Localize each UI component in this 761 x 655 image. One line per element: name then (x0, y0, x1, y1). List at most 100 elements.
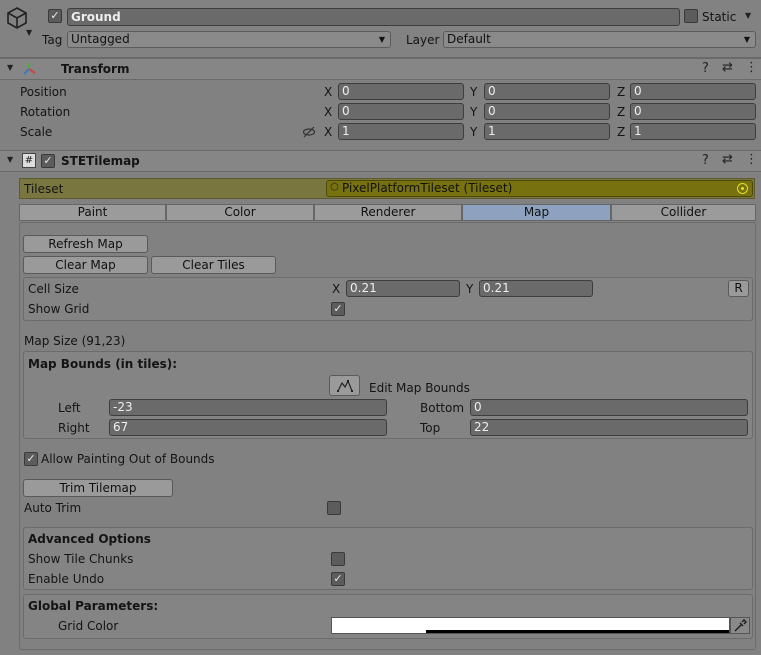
enable-undo-label: Enable Undo (28, 572, 105, 586)
layer-label: Layer (406, 33, 440, 47)
position-z-input[interactable]: 0 (630, 83, 756, 100)
bounds-top-input[interactable]: 22 (470, 419, 748, 436)
active-checkbox[interactable]: ✓ (48, 9, 62, 23)
right-label: Right (58, 421, 90, 435)
clear-map-button[interactable]: Clear Map (23, 256, 148, 274)
static-dropdown-icon[interactable]: ▼ (745, 11, 751, 20)
bounds-bottom-input[interactable]: 0 (470, 399, 748, 416)
static-label: Static (702, 10, 737, 24)
scale-x-label: X (324, 125, 333, 139)
edit-map-bounds-button[interactable] (329, 375, 360, 396)
position-x-label: X (324, 85, 333, 99)
left-label: Left (58, 401, 81, 415)
edit-map-bounds-label: Edit Map Bounds (369, 381, 470, 395)
tileset-object-field[interactable]: ⬡ PixelPlatformTileset (Tileset) (326, 180, 753, 197)
position-x-input[interactable]: 0 (338, 83, 464, 100)
bounds-left-input[interactable]: -23 (109, 399, 387, 416)
rotation-x-input[interactable]: 0 (338, 103, 464, 120)
transform-title: Transform (61, 62, 130, 76)
stetilemap-header[interactable]: ▼ # ✓ STETilemap ? ⇄ ⋮ (0, 150, 761, 172)
refresh-map-button[interactable]: Refresh Map (23, 235, 148, 253)
tileset-asset-icon: ⬡ (330, 182, 339, 193)
cell-size-x-input[interactable]: 0.21 (346, 280, 460, 297)
grid-color-label: Grid Color (58, 619, 119, 633)
show-tile-chunks-checkbox[interactable] (331, 552, 345, 566)
reset-cell-size-button[interactable]: R (728, 280, 749, 297)
transform-header[interactable]: ▼ Transform ? ⇄ ⋮ (0, 58, 761, 80)
show-grid-checkbox[interactable]: ✓ (331, 302, 345, 316)
tab-paint[interactable]: Paint (19, 204, 166, 221)
chevron-down-icon: ▼ (743, 35, 750, 44)
bottom-label: Bottom (420, 401, 465, 415)
position-label: Position (20, 85, 67, 99)
grid-color-field[interactable] (331, 617, 730, 634)
more-options-icon[interactable]: ⋮ (745, 60, 758, 75)
transform-axes-icon (21, 61, 37, 80)
top-label: Top (420, 421, 441, 435)
object-picker-icon[interactable] (737, 183, 748, 194)
gameobject-cube-icon[interactable] (6, 6, 28, 33)
enable-undo-checkbox[interactable]: ✓ (331, 572, 345, 586)
rotation-label: Rotation (20, 105, 71, 119)
advanced-options-title: Advanced Options (28, 532, 151, 546)
map-size-text: Map Size (91,23) (24, 334, 126, 348)
gameobject-header: ▼ ✓ Ground Static ▼ Tag Untagged ▼ Layer… (0, 0, 761, 58)
bounds-right-input[interactable]: 67 (109, 419, 387, 436)
help-icon[interactable]: ? (702, 153, 709, 168)
tag-dropdown[interactable]: Untagged ▼ (67, 31, 391, 48)
allow-painting-label: Allow Painting Out of Bounds (41, 452, 215, 466)
show-tile-chunks-label: Show Tile Chunks (28, 552, 134, 566)
allow-painting-out-of-bounds-checkbox[interactable]: ✓ (24, 452, 38, 466)
eyedropper-icon (734, 619, 747, 632)
cell-size-y-label: Y (466, 282, 474, 296)
scale-z-input[interactable]: 1 (630, 123, 756, 140)
constrain-proportions-icon[interactable] (302, 125, 316, 142)
layer-dropdown[interactable]: Default ▼ (443, 31, 756, 48)
tag-label: Tag (42, 33, 63, 47)
static-checkbox[interactable] (684, 9, 698, 23)
rotation-z-label: Z (617, 105, 626, 119)
rotation-y-input[interactable]: 0 (484, 103, 610, 120)
tab-color[interactable]: Color (166, 204, 314, 221)
tileset-value: PixelPlatformTileset (Tileset) (342, 181, 513, 195)
stetilemap-title: STETilemap (61, 154, 140, 168)
position-y-input[interactable]: 0 (484, 83, 610, 100)
foldout-arrow-icon[interactable]: ▼ (7, 155, 13, 164)
rotation-z-input[interactable]: 0 (630, 103, 756, 120)
scale-y-input[interactable]: 1 (484, 123, 610, 140)
tab-collider[interactable]: Collider (611, 204, 756, 221)
tab-map[interactable]: Map (462, 204, 611, 221)
color-picker-button[interactable] (730, 617, 750, 634)
scale-x-input[interactable]: 1 (338, 123, 464, 140)
help-icon[interactable]: ? (702, 61, 709, 76)
cell-size-x-label: X (332, 282, 341, 296)
map-bounds-title: Map Bounds (in tiles): (28, 357, 178, 371)
gameobject-name-input[interactable]: Ground (67, 8, 680, 26)
preset-icon[interactable]: ⇄ (722, 152, 733, 167)
tileset-row: Tileset ⬡ PixelPlatformTileset (Tileset) (19, 178, 755, 199)
cell-size-label: Cell Size (28, 282, 79, 296)
cell-size-y-input[interactable]: 0.21 (479, 280, 593, 297)
position-z-label: Z (617, 85, 626, 99)
chevron-down-icon[interactable]: ▼ (26, 28, 32, 37)
stetilemap-enabled-checkbox[interactable]: ✓ (41, 154, 55, 168)
scale-label: Scale (20, 125, 53, 139)
more-options-icon[interactable]: ⋮ (745, 152, 758, 167)
script-icon: # (22, 153, 36, 168)
tileset-label: Tileset (24, 182, 64, 196)
tag-value: Untagged (71, 32, 130, 46)
global-parameters-title: Global Parameters: (28, 599, 159, 613)
auto-trim-checkbox[interactable] (327, 501, 341, 515)
auto-trim-label: Auto Trim (24, 501, 82, 515)
layer-value: Default (447, 32, 491, 46)
tab-renderer[interactable]: Renderer (314, 204, 462, 221)
clear-tiles-button[interactable]: Clear Tiles (151, 256, 276, 274)
preset-icon[interactable]: ⇄ (722, 60, 733, 75)
rotation-y-label: Y (470, 105, 478, 119)
trim-tilemap-button[interactable]: Trim Tilemap (23, 479, 173, 497)
chevron-down-icon: ▼ (378, 35, 385, 44)
position-y-label: Y (470, 85, 478, 99)
scale-z-label: Z (617, 125, 626, 139)
scale-y-label: Y (470, 125, 478, 139)
foldout-arrow-icon[interactable]: ▼ (7, 63, 13, 72)
